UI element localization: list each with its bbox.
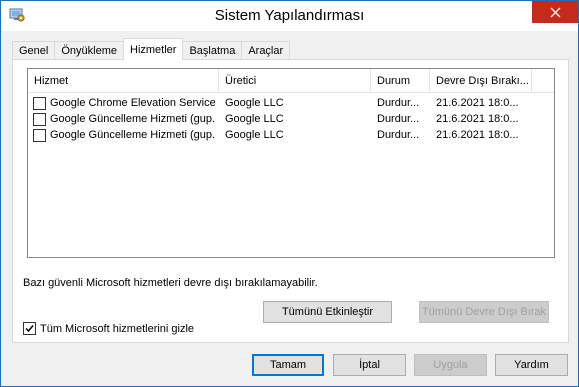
table-row[interactable]: Google Chrome Elevation Service Google L…	[28, 95, 554, 111]
tab-general[interactable]: Genel	[12, 41, 56, 60]
service-disabled-date: 21.6.2021 18:0...	[436, 97, 519, 109]
service-status: Durdur...	[377, 129, 420, 141]
column-header-disabled-date[interactable]: Devre Dışı Bırakı...	[430, 69, 532, 93]
info-note: Bazı güvenli Microsoft hizmetleri devre …	[23, 277, 318, 289]
service-vendor: Google LLC	[225, 113, 284, 125]
table-row[interactable]: Google Güncelleme Hizmeti (gup... Google…	[28, 111, 554, 127]
enable-all-button[interactable]: Tümünü Etkinleştir	[263, 301, 392, 323]
service-name: Google Güncelleme Hizmeti (gup...	[50, 129, 215, 141]
system-configuration-window: Sistem Yapılandırması Genel Önyükleme Hi…	[0, 0, 579, 387]
hide-microsoft-services-label: Tüm Microsoft hizmetlerini gizle	[40, 322, 195, 335]
column-header-status[interactable]: Durum	[371, 69, 430, 93]
cancel-button[interactable]: İptal	[333, 354, 406, 376]
checkmark-icon	[25, 325, 34, 333]
service-name: Google Chrome Elevation Service	[50, 97, 215, 109]
tab-strip: Genel Önyükleme Hizmetler Başlatma Araçl…	[12, 38, 291, 60]
window-title: Sistem Yapılandırması	[214, 7, 365, 24]
ok-button[interactable]: Tamam	[252, 354, 324, 376]
tab-tools[interactable]: Araçlar	[241, 41, 291, 60]
service-status: Durdur...	[377, 113, 420, 125]
service-checkbox[interactable]	[33, 129, 46, 142]
tab-services[interactable]: Hizmetler	[123, 38, 184, 60]
service-disabled-date: 21.6.2021 18:0...	[436, 113, 519, 125]
service-checkbox[interactable]	[33, 97, 46, 110]
service-name: Google Güncelleme Hizmeti (gup...	[50, 113, 215, 125]
service-disabled-date: 21.6.2021 18:0...	[436, 129, 519, 141]
service-vendor: Google LLC	[225, 97, 284, 109]
tab-startup[interactable]: Başlatma	[182, 41, 243, 60]
close-icon	[550, 7, 560, 17]
table-row[interactable]: Google Güncelleme Hizmeti (gup... Google…	[28, 127, 554, 143]
title-bar: Sistem Yapılandırması	[1, 1, 578, 31]
apply-button[interactable]: Uygula	[414, 354, 487, 376]
checkbox-box[interactable]	[23, 322, 36, 335]
service-checkbox[interactable]	[33, 113, 46, 126]
help-button[interactable]: Yardım	[495, 354, 568, 376]
column-header-service[interactable]: Hizmet	[28, 69, 219, 93]
hide-microsoft-services-checkbox[interactable]: Tüm Microsoft hizmetlerini gizle	[23, 322, 194, 335]
disable-all-button[interactable]: Tümünü Devre Dışı Bırak	[419, 301, 549, 323]
close-button[interactable]	[532, 1, 578, 23]
tab-boot[interactable]: Önyükleme	[54, 41, 124, 60]
service-status: Durdur...	[377, 97, 420, 109]
list-header: Hizmet Üretici Durum Devre Dışı Bırakı..…	[28, 69, 554, 93]
column-header-vendor[interactable]: Üretici	[219, 69, 371, 93]
services-list[interactable]: Hizmet Üretici Durum Devre Dışı Bırakı..…	[27, 68, 555, 258]
service-vendor: Google LLC	[225, 129, 284, 141]
